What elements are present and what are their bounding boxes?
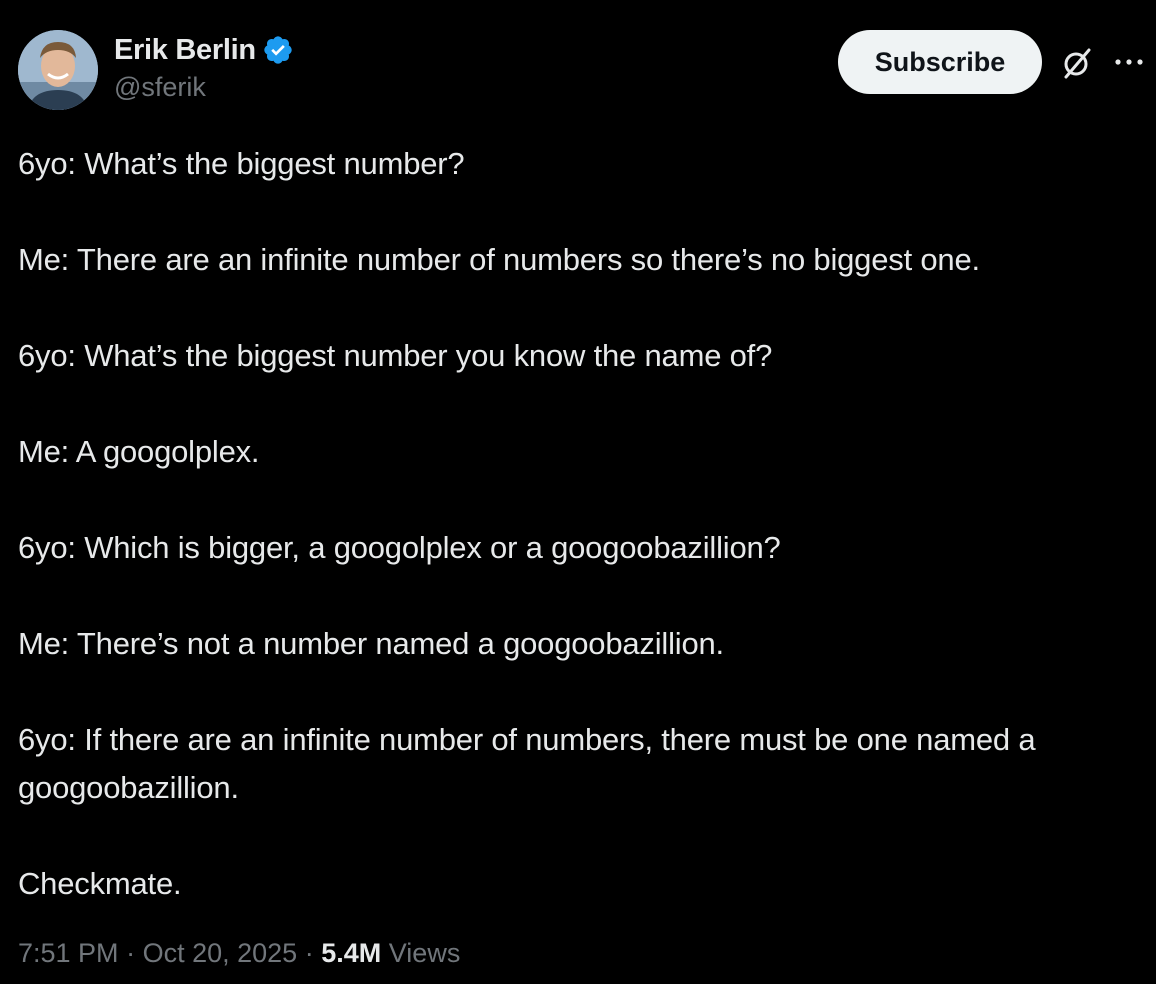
meta-separator: · <box>126 938 136 968</box>
avatar-image <box>18 30 98 110</box>
post-paragraph: 6yo: What’s the biggest number? <box>18 146 465 181</box>
views-label: Views <box>388 938 461 968</box>
verified-badge-icon[interactable] <box>262 34 294 66</box>
views-count[interactable]: 5.4M <box>321 938 381 968</box>
avatar[interactable] <box>18 30 98 110</box>
post-time[interactable]: 7:51 PM <box>18 938 119 968</box>
subscribe-button[interactable]: Subscribe <box>838 30 1042 94</box>
post-paragraph: Checkmate. <box>18 866 182 901</box>
post-paragraph: 6yo: Which is bigger, a googolplex or a … <box>18 530 781 565</box>
name-row: Erik Berlin <box>114 30 294 70</box>
post-paragraph: 6yo: What’s the biggest number you know … <box>18 338 773 373</box>
post-paragraph: Me: There are an infinite number of numb… <box>18 242 980 277</box>
more-icon[interactable] <box>1112 52 1148 72</box>
post-header: Erik Berlin @sferik Subscribe <box>0 0 1156 120</box>
post-meta: 7:51 PM · Oct 20, 2025 · 5.4M Views <box>18 938 460 969</box>
author-info: Erik Berlin @sferik <box>114 30 294 103</box>
meta-separator: · <box>304 938 314 968</box>
grok-icon[interactable] <box>1058 44 1096 82</box>
post-paragraph: Me: A googolplex. <box>18 434 260 469</box>
author-handle[interactable]: @sferik <box>114 72 294 103</box>
post-paragraph: Me: There’s not a number named a googoob… <box>18 626 724 661</box>
post-date[interactable]: Oct 20, 2025 <box>143 938 298 968</box>
post-text: 6yo: What’s the biggest number? Me: Ther… <box>18 140 1138 908</box>
post-paragraph: 6yo: If there are an infinite number of … <box>18 722 1036 805</box>
author-display-name[interactable]: Erik Berlin <box>114 34 256 67</box>
